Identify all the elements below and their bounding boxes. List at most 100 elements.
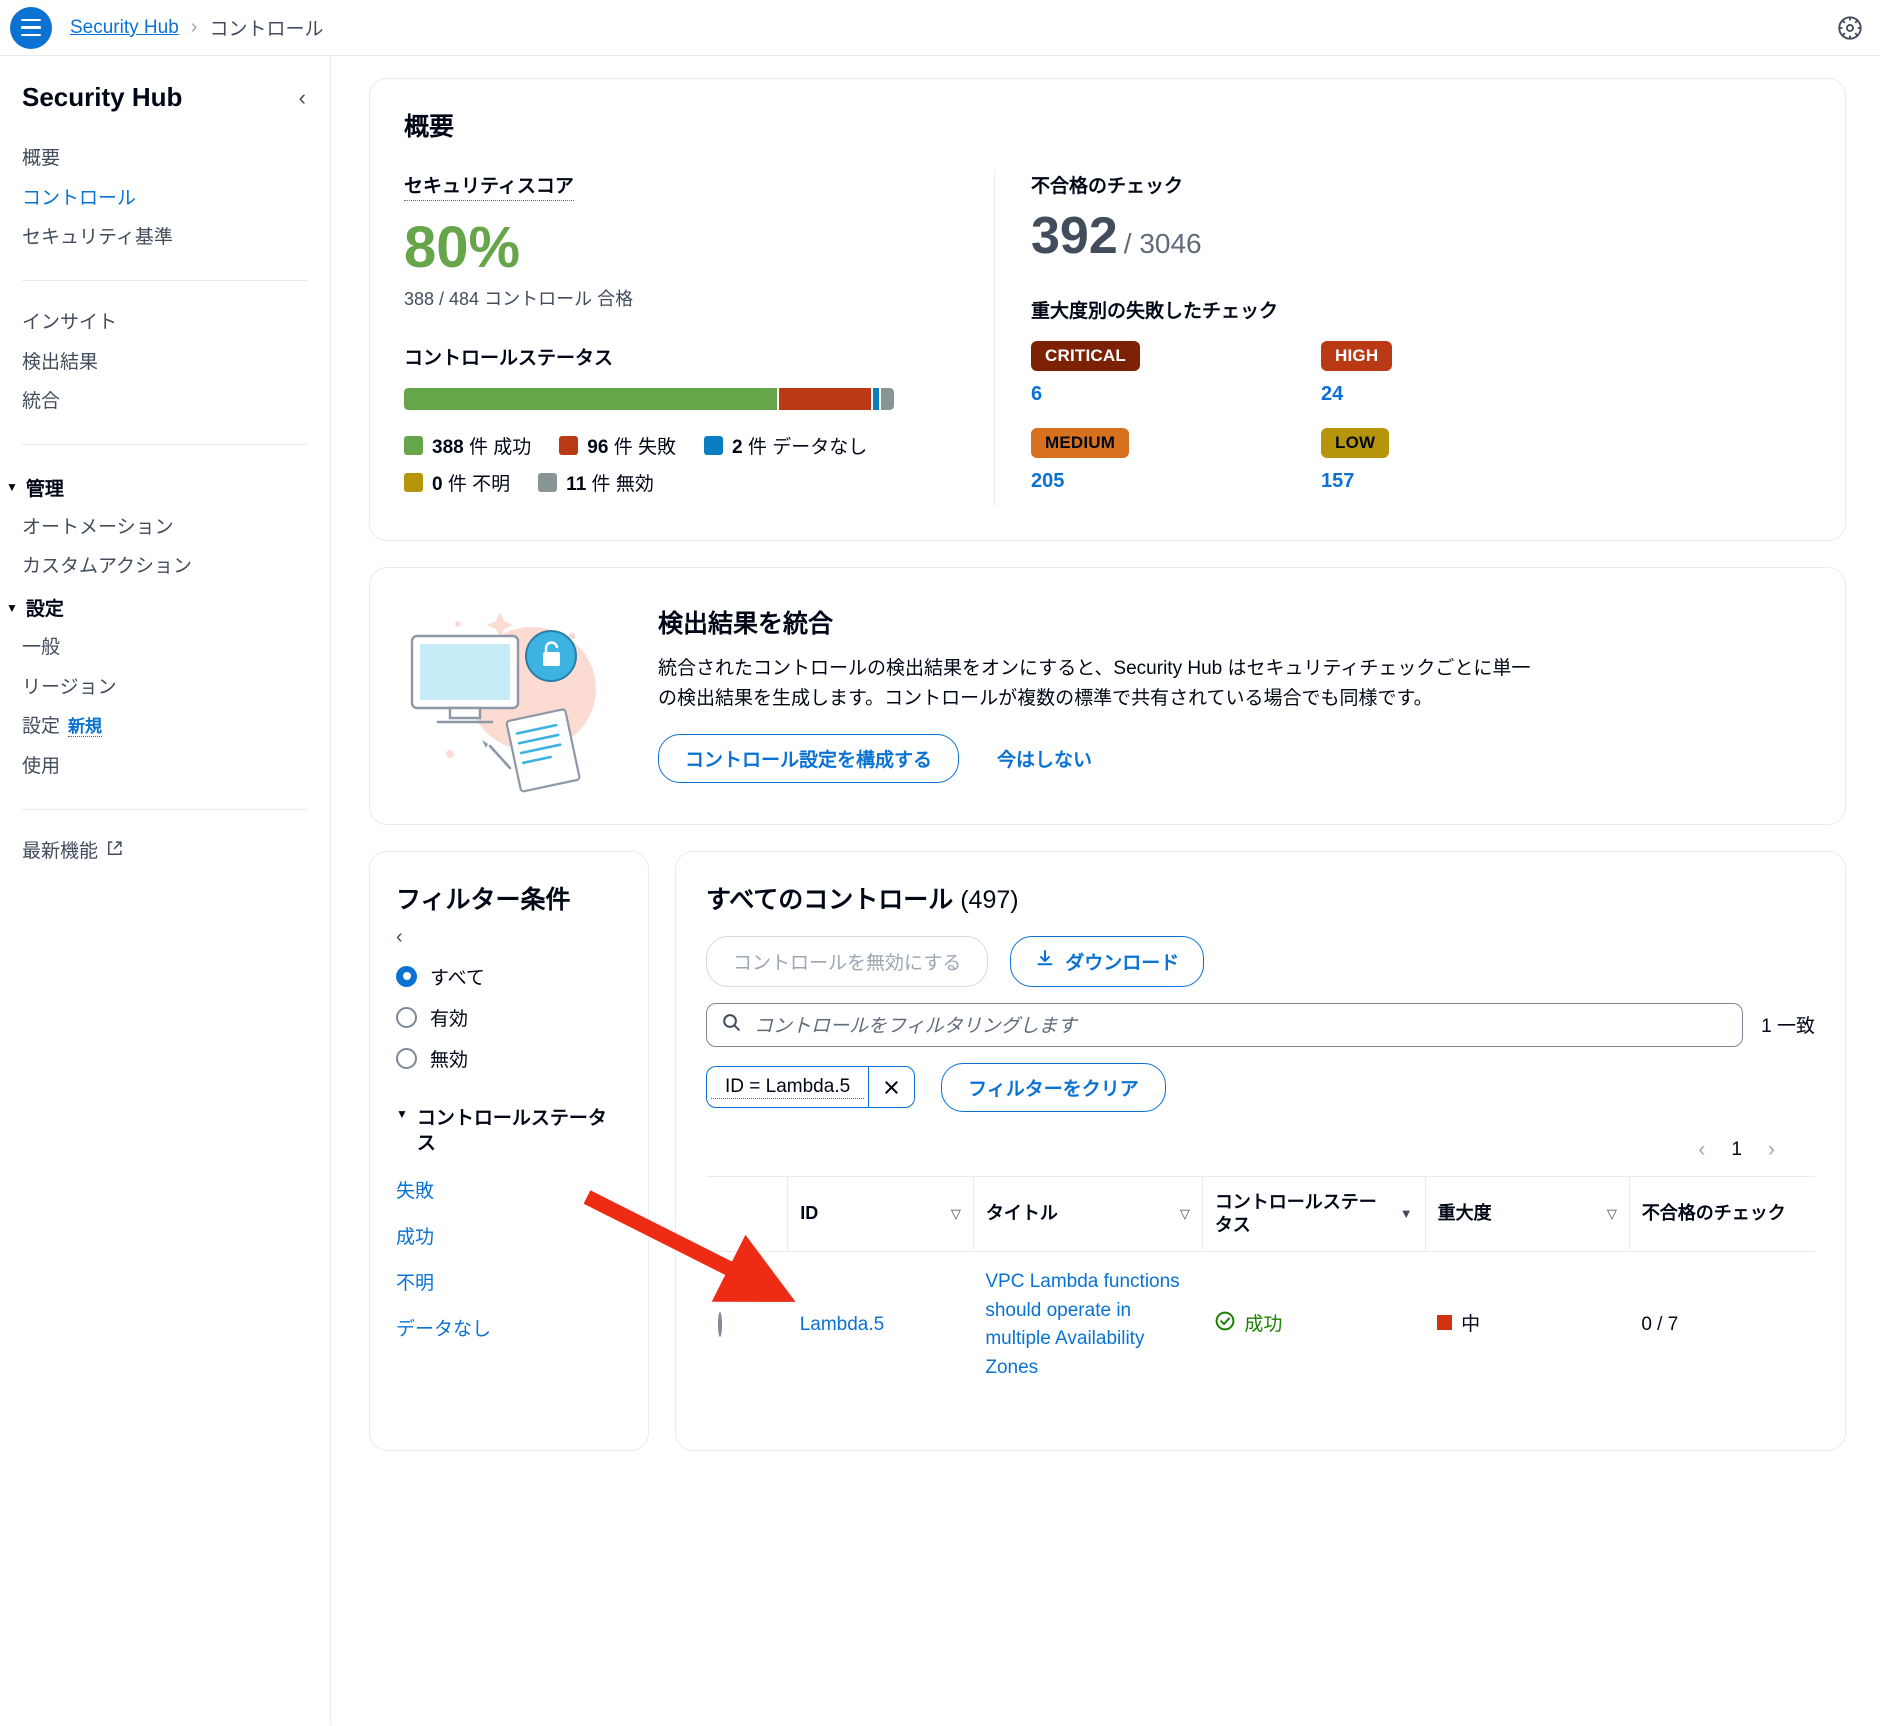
severity-count-low[interactable]: 157 [1321,470,1611,493]
legend-swatch-no-data [704,435,724,455]
column-control-status[interactable]: コントロールステータス ▼ [1201,1175,1426,1253]
severity-count-critical[interactable]: 6 [1031,383,1321,406]
new-badge: 新規 [68,717,103,738]
severity-count-medium[interactable]: 205 [1031,470,1321,493]
pagination-prev-icon[interactable]: ‹ [1698,1138,1705,1162]
sidebar-item-configuration[interactable]: 設定 新規 [0,707,330,747]
control-status-bar [404,387,894,410]
sidebar-group-label: 管理 [25,478,64,500]
severity-count-high[interactable]: 24 [1321,383,1611,406]
column-severity[interactable]: 重大度 ▽ [1424,1175,1630,1253]
sidebar-item-controls[interactable]: コントロール [0,179,330,219]
controls-search-row: コントロールをフィルタリングします 1 一致 [706,1002,1815,1047]
sidebar-item-findings[interactable]: 検出結果 [0,343,330,383]
sidebar-item-insights[interactable]: インサイト [0,303,330,343]
sidebar-item-usage[interactable]: 使用 [0,747,330,787]
filter-radio-all[interactable]: すべて [396,963,622,990]
filter-chip-id[interactable]: ID = Lambda.5 [706,1066,916,1109]
sidebar-item-regions[interactable]: リージョン [0,668,330,708]
bottom-region: フィルター条件 ‹ すべて 有効 無効 ▼ コントロールステータス 失敗 成功 … [369,850,1846,1451]
radio-icon-selected [396,965,417,987]
sidebar-item-security-standards[interactable]: セキュリティ基準 [0,218,330,258]
control-title-link[interactable]: VPC Lambda functions should operate in m… [985,1271,1179,1378]
sidebar-divider [22,808,308,810]
control-status-legend: 388 件 成功 96 件 失敗 2 件 データなし 0 件 不明 11 件 無… [404,432,994,496]
radio-icon [396,1047,417,1069]
check-circle-icon [1214,1310,1236,1342]
sidebar-item-automation[interactable]: オートメーション [0,508,330,548]
controls-table: ID ▽ タイトル ▽ コントロールステータス ▼ 重大度 ▽ 不合格のチェック… [706,1175,1815,1399]
sidebar-item-general[interactable]: 一般 [0,628,330,668]
main-content: 概要 セキュリティスコア 80% 388 / 484 コントロール 合格 コント… [331,56,1880,1725]
legend-label-passed: 388 件 成功 [432,436,532,458]
sidebar-group-manage[interactable]: ▼ 管理 [0,467,330,508]
sort-icon: ▽ [1179,1205,1190,1221]
hamburger-icon[interactable] [10,6,52,49]
filter-radio-label: 無効 [430,1049,469,1071]
row-select-cell [706,1252,788,1399]
sidebar-group-label: 設定 [25,599,64,621]
legend-item-failed: 96 件 失敗 [559,432,676,459]
severity-block-low: LOW 157 [1321,428,1611,493]
row-radio-icon[interactable] [718,1312,722,1338]
sidebar-collapse-icon[interactable]: ‹ [299,85,306,111]
app-shell: Security Hub ‹ 概要 コントロール セキュリティ基準 インサイト … [0,56,1880,1725]
status-label: 成功 [1244,1314,1283,1336]
controls-table-count: (497) [960,885,1019,914]
legend-label-failed: 96 件 失敗 [587,436,677,458]
filter-chip-label: ID = Lambda.5 [711,1076,865,1099]
failed-checks-value: 392 [1031,207,1118,265]
clear-filters-button[interactable]: フィルターをクリア [941,1062,1166,1112]
filter-radio-disabled[interactable]: 無効 [396,1045,622,1072]
download-button[interactable]: ダウンロード [1010,935,1205,987]
filter-link-unknown[interactable]: 不明 [396,1268,622,1295]
legend-item-no-data: 2 件 データなし [704,432,867,459]
pagination-page-1[interactable]: 1 [1731,1139,1742,1161]
filter-collapse-icon[interactable]: ‹ [396,926,622,949]
external-link-icon [106,839,123,865]
top-bar-right [1836,14,1864,42]
sidebar-item-custom-actions[interactable]: カスタムアクション [0,547,330,587]
configure-control-settings-button[interactable]: コントロール設定を構成する [658,734,960,784]
severity-square-icon [1437,1315,1453,1331]
search-input[interactable]: コントロールをフィルタリングします [706,1002,1744,1047]
consolidated-findings-actions: コントロール設定を構成する 今はしない [658,734,1811,784]
download-icon [1035,948,1055,974]
breadcrumb-current: コントロール [209,19,324,40]
filter-group-label: コントロールステータス [416,1107,607,1155]
status-segment-disabled [880,387,894,410]
gear-icon[interactable] [1836,14,1864,42]
filter-link-no-data[interactable]: データなし [396,1314,622,1341]
row-severity-cell: 中 [1425,1252,1629,1399]
sidebar-item-overview[interactable]: 概要 [0,139,330,179]
pagination-next-icon[interactable]: › [1768,1138,1775,1162]
column-failed-checks: 不合格のチェック [1628,1175,1815,1253]
security-score-value: 80% [404,215,521,280]
caret-down-icon: ▼ [6,600,18,615]
sidebar-item-integrations[interactable]: 統合 [0,382,330,422]
status-badge-critical: CRITICAL [1031,341,1140,371]
column-id[interactable]: ID ▽ [787,1175,974,1253]
sidebar-item-whats-new[interactable]: 最新機能 [0,832,330,872]
desc-line-1: 統合されたコントロールの検出結果をオンにすると、Security Hub はセキ… [658,657,1531,679]
filter-panel: フィルター条件 ‹ すべて 有効 無効 ▼ コントロールステータス 失敗 成功 … [369,850,649,1451]
breadcrumb-link-security-hub[interactable]: Security Hub [70,17,179,39]
disable-control-button[interactable]: コントロールを無効にする [706,935,989,987]
column-title[interactable]: タイトル ▽ [972,1175,1203,1253]
filter-panel-title: フィルター条件 [396,885,571,914]
table-row[interactable]: Lambda.5 VPC Lambda functions should ope… [706,1252,1815,1399]
search-input-placeholder: コントロールをフィルタリングします [754,1016,1077,1038]
filter-group-control-status[interactable]: ▼ コントロールステータス [396,1106,622,1157]
filter-radio-enabled[interactable]: 有効 [396,1004,622,1031]
control-id-link[interactable]: Lambda.5 [800,1314,885,1335]
desc-line-2: の検出結果を生成します。コントロールが複数の標準で共有されている場合でも同様です… [658,688,1433,710]
breadcrumb: Security Hub › コントロール [70,14,323,41]
sidebar-item-label: 最新機能 [22,840,99,862]
close-icon[interactable] [868,1067,914,1108]
filter-link-failed[interactable]: 失敗 [396,1176,622,1203]
column-control-status-label: コントロールステータス [1214,1191,1377,1235]
row-failed-checks-cell: 0 / 7 [1641,1314,1679,1336]
filter-link-passed[interactable]: 成功 [396,1222,622,1249]
sidebar-group-settings[interactable]: ▼ 設定 [0,587,330,628]
not-now-link[interactable]: 今はしない [997,745,1092,772]
